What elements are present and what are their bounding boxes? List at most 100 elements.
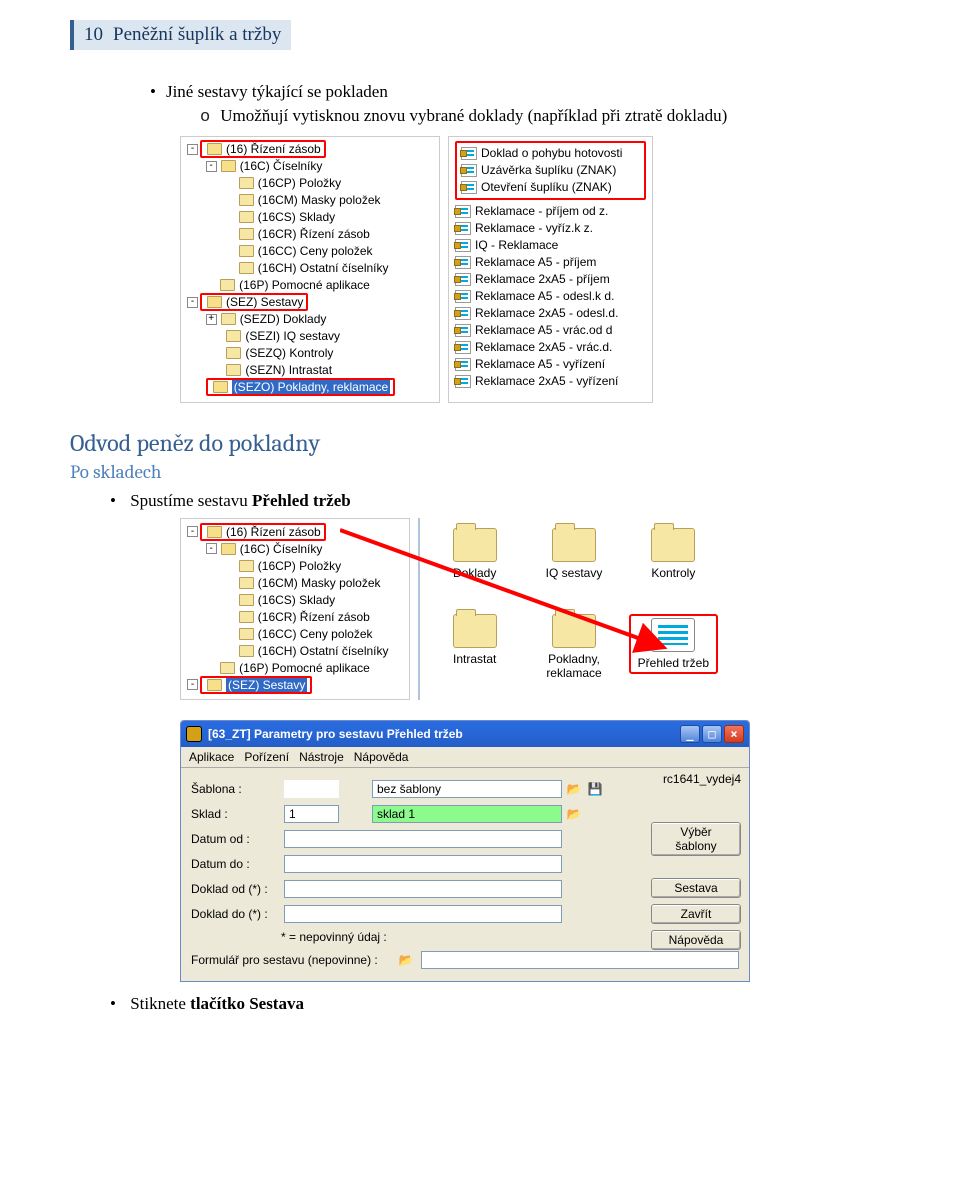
folder-icon	[226, 364, 241, 376]
report-icon	[455, 239, 471, 252]
close-button[interactable]: ×	[724, 725, 744, 743]
list-item[interactable]: Reklamace A5 - vrác.od d	[455, 322, 646, 339]
menu-napoveda[interactable]: Nápověda	[354, 750, 409, 764]
report-icon	[455, 290, 471, 303]
button-napoveda[interactable]: Nápověda	[651, 930, 741, 950]
sub-bullet-reprint: oUmožňují vytisknou znovu vybrané doklad…	[200, 104, 870, 130]
list-item[interactable]: Reklamace 2xA5 - vrác.d.	[455, 339, 646, 356]
label-sklad: Sklad :	[191, 807, 281, 821]
folder-icon	[239, 194, 254, 206]
folder-icon	[207, 143, 222, 155]
heading-sklady: Po skladech	[70, 461, 870, 483]
list-item[interactable]: Reklamace - vyříz.k z.	[455, 220, 646, 237]
open-icon[interactable]: 📂	[565, 781, 583, 797]
field-sablona-code[interactable]	[284, 780, 339, 798]
list-item[interactable]: Reklamace 2xA5 - příjem	[455, 271, 646, 288]
label-doklad-od: Doklad od (*) :	[191, 882, 281, 896]
list-item[interactable]: IQ - Reklamace	[455, 237, 646, 254]
field-doklad-do[interactable]	[284, 905, 562, 923]
field-doklad-od[interactable]	[284, 880, 562, 898]
folder-icon	[239, 560, 254, 572]
button-vyber-sablony[interactable]: Výběr šablony	[651, 822, 741, 856]
label-sablona: Šablona :	[191, 782, 281, 796]
menu-nastroje[interactable]: Nástroje	[299, 750, 344, 764]
bullet-other-reports: Jiné sestavy týkající se pokladen	[150, 80, 870, 104]
report-list[interactable]: Doklad o pohybu hotovosti Uzávěrka šuplí…	[448, 136, 653, 403]
folder-icon	[207, 679, 222, 691]
folder-doklady[interactable]: Doklady	[430, 528, 519, 580]
folder-pokladny[interactable]: Pokladny, reklamace	[529, 614, 618, 680]
button-zavrit[interactable]: Zavřít	[651, 904, 741, 924]
screenshot-tree-reports: -(16) Řízení zásob -(16C) Číselníky (16C…	[180, 136, 870, 403]
list-item[interactable]: Reklamace A5 - vyřízení	[455, 356, 646, 373]
expand-icon[interactable]: -	[187, 679, 198, 690]
field-datum-od[interactable]	[284, 830, 562, 848]
report-icon	[461, 147, 477, 160]
page-number: 10	[84, 24, 103, 45]
heading-odvod: Odvod peněz do pokladny	[70, 429, 870, 457]
expand-icon[interactable]: -	[187, 526, 198, 537]
open-icon[interactable]: 📂	[565, 806, 583, 822]
report-icon	[455, 273, 471, 286]
field-sablona[interactable]	[372, 780, 562, 798]
field-sklad-name[interactable]	[372, 805, 562, 823]
list-item[interactable]: Reklamace - příjem od z.	[455, 203, 646, 220]
list-item[interactable]: Otevření šuplíku (ZNAK)	[461, 179, 640, 196]
expand-icon[interactable]: -	[187, 297, 198, 308]
dialog-parametry: [63_ZT] Parametry pro sestavu Přehled tr…	[180, 720, 750, 982]
list-item[interactable]: Doklad o pohybu hotovosti	[461, 145, 640, 162]
maximize-button[interactable]: □	[702, 725, 722, 743]
expand-icon[interactable]: -	[206, 543, 217, 554]
field-datum-do[interactable]	[284, 855, 562, 873]
list-item[interactable]: Reklamace 2xA5 - vyřízení	[455, 373, 646, 390]
folder-icon	[239, 262, 254, 274]
field-formular[interactable]	[421, 951, 739, 969]
list-item[interactable]: Reklamace A5 - odesl.k d.	[455, 288, 646, 305]
field-sklad-code[interactable]	[284, 805, 339, 823]
folder-icon	[220, 662, 235, 674]
folder-icon	[239, 245, 254, 257]
menubar[interactable]: Aplikace Pořízení Nástroje Nápověda	[181, 747, 749, 768]
folder-icon-grid: Doklady IQ sestavy Kontroly Intrastat Po…	[418, 518, 728, 700]
app-icon	[186, 726, 202, 742]
folder-iq[interactable]: IQ sestavy	[529, 528, 618, 580]
expand-icon[interactable]: +	[206, 314, 217, 325]
open-icon[interactable]: 📂	[397, 952, 415, 968]
rc-label: rc1641_vydej4	[663, 772, 741, 786]
menu-aplikace[interactable]: Aplikace	[189, 750, 234, 764]
label-datum-do: Datum do :	[191, 857, 281, 871]
report-icon	[461, 164, 477, 177]
expand-icon[interactable]: -	[187, 144, 198, 155]
folder-icon	[239, 611, 254, 623]
folder-icon	[226, 347, 241, 359]
label-datum-od: Datum od :	[191, 832, 281, 846]
save-icon[interactable]: 💾	[586, 781, 604, 797]
folder-prehled-trzeb[interactable]: Přehled tržeb	[629, 614, 718, 674]
folder-icon	[239, 228, 254, 240]
folder-kontroly[interactable]: Kontroly	[629, 528, 718, 580]
folder-icon	[239, 645, 254, 657]
bullet-run-report: Spustíme sestavu Přehled tržeb	[110, 489, 870, 513]
folder-icon	[221, 160, 236, 172]
folder-icon	[207, 526, 222, 538]
menu-porizeni[interactable]: Pořízení	[244, 750, 289, 764]
report-icon	[455, 358, 471, 371]
folder-icon	[239, 177, 254, 189]
bullet-press-sestava: Stiknete tlačítko Sestava	[110, 992, 870, 1016]
page-title: Peněžní šuplík a tržby	[113, 24, 281, 45]
minimize-button[interactable]: _	[680, 725, 700, 743]
folder-intrastat[interactable]: Intrastat	[430, 614, 519, 666]
list-item[interactable]: Uzávěrka šuplíku (ZNAK)	[461, 162, 640, 179]
screenshot-tree-icons: -(16) Řízení zásob -(16C) Číselníky (16C…	[180, 518, 870, 700]
list-item[interactable]: Reklamace A5 - příjem	[455, 254, 646, 271]
report-icon	[455, 205, 471, 218]
report-icon	[461, 181, 477, 194]
titlebar[interactable]: [63_ZT] Parametry pro sestavu Přehled tr…	[181, 721, 749, 747]
nav-tree-2[interactable]: -(16) Řízení zásob -(16C) Číselníky (16C…	[180, 518, 410, 700]
nav-tree[interactable]: -(16) Řízení zásob -(16C) Číselníky (16C…	[180, 136, 440, 403]
list-item[interactable]: Reklamace 2xA5 - odesl.d.	[455, 305, 646, 322]
expand-icon[interactable]: -	[206, 161, 217, 172]
form-area: Šablona : 📂 💾 Sklad : 📂 Datum od : Datum…	[181, 768, 749, 981]
button-sestava[interactable]: Sestava	[651, 878, 741, 898]
folder-icon	[239, 628, 254, 640]
